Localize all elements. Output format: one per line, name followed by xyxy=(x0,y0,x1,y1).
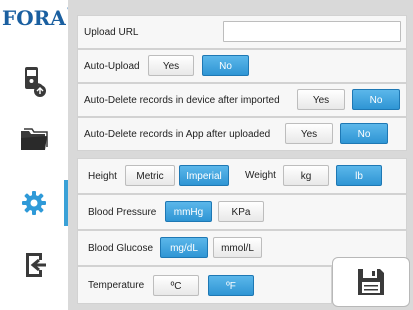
weight-lb-button[interactable]: lb xyxy=(336,165,382,186)
sidebar: FORA® xyxy=(0,0,72,310)
upload-url-input[interactable] xyxy=(223,21,401,42)
gear-icon xyxy=(22,191,46,215)
glucose-mgdl-button[interactable]: mg/dL xyxy=(160,237,208,258)
bp-mmhg-button[interactable]: mmHg xyxy=(165,201,212,222)
auto-upload-label: Auto-Upload xyxy=(84,60,140,72)
blood-glucose-label: Blood Glucose xyxy=(88,242,154,254)
auto-delete-device-row: Auto-Delete records in device after impo… xyxy=(77,83,407,117)
height-weight-row: Height Metric Imperial Weight kg lb xyxy=(77,158,407,194)
temp-celsius-button[interactable]: ºC xyxy=(153,275,199,296)
save-button[interactable] xyxy=(332,257,410,307)
temperature-label: Temperature xyxy=(88,279,145,291)
auto-upload-row: Auto-Upload Yes No xyxy=(77,49,407,83)
auto-delete-app-row: Auto-Delete records in App after uploade… xyxy=(77,117,407,151)
height-imperial-button[interactable]: Imperial xyxy=(179,165,229,186)
weight-label: Weight xyxy=(245,170,276,181)
sidebar-item-device-sync[interactable] xyxy=(0,52,68,110)
sidebar-item-records[interactable] xyxy=(0,111,68,169)
fora-logo: FORA® xyxy=(2,6,72,36)
upload-url-row: Upload URL xyxy=(77,15,407,49)
auto-delete-device-label: Auto-Delete records in device after impo… xyxy=(84,94,280,106)
auto-delete-app-label: Auto-Delete records in App after uploade… xyxy=(84,128,271,140)
auto-delete-device-no-button[interactable]: No xyxy=(352,89,400,110)
logout-icon xyxy=(26,253,46,277)
blood-pressure-row: Blood Pressure mmHg KPa xyxy=(77,194,407,230)
floppy-disk-icon xyxy=(358,269,384,295)
auto-delete-app-yes-button[interactable]: Yes xyxy=(285,123,333,144)
auto-delete-app-no-button[interactable]: No xyxy=(340,123,388,144)
height-metric-button[interactable]: Metric xyxy=(125,165,175,186)
folder-icon xyxy=(21,128,48,150)
blood-pressure-label: Blood Pressure xyxy=(88,206,157,218)
sidebar-item-logout[interactable] xyxy=(0,236,68,294)
auto-upload-yes-button[interactable]: Yes xyxy=(148,55,194,76)
weight-kg-button[interactable]: kg xyxy=(283,165,329,186)
auto-delete-device-yes-button[interactable]: Yes xyxy=(297,89,345,110)
logo-text: FORA xyxy=(2,6,66,30)
glucose-mmoll-button[interactable]: mmol/L xyxy=(213,237,262,258)
upload-url-label: Upload URL xyxy=(84,26,139,38)
bp-kpa-button[interactable]: KPa xyxy=(218,201,264,222)
sidebar-item-settings[interactable] xyxy=(0,174,68,232)
auto-upload-no-button[interactable]: No xyxy=(202,55,249,76)
height-label: Height xyxy=(88,170,117,182)
meter-sync-icon xyxy=(25,67,46,97)
temp-fahrenheit-button[interactable]: ºF xyxy=(208,275,254,296)
temperature-row: Temperature ºC ºF xyxy=(77,266,332,304)
